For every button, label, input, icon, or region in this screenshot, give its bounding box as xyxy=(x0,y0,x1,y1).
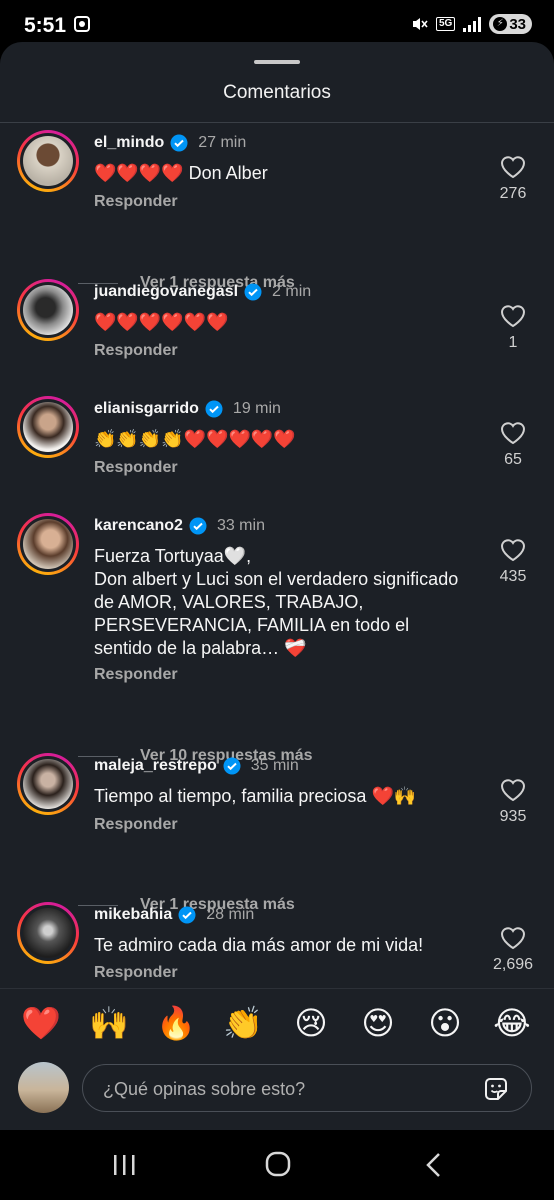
like-button[interactable]: 935 xyxy=(490,778,536,826)
comment-text: Fuerza Tortuyaa🤍, Don albert y Luci son … xyxy=(94,546,459,658)
quick-reactions-bar: ❤️ 🙌 🔥 👏 😢 😍 😮 😂 xyxy=(0,988,554,1059)
like-button[interactable]: 65 xyxy=(490,421,536,469)
comment-text: Te admiro cada dia más amor de mi vida! xyxy=(94,935,424,955)
reply-button[interactable]: Responder xyxy=(94,964,178,982)
like-count: 2,696 xyxy=(492,956,534,973)
verified-badge-icon xyxy=(189,517,207,535)
battery-level: 33 xyxy=(509,15,526,33)
battery-saver-icon: ⚡ xyxy=(493,17,508,31)
comments-sheet: Comentarios el_mindo 27 min ❤️❤️❤️❤️ Don… xyxy=(0,42,554,1130)
comment-username[interactable]: elianisgarrido xyxy=(94,400,199,418)
reply-button[interactable]: Responder xyxy=(94,342,178,360)
comment-time: 27 min xyxy=(198,134,247,151)
recent-apps-icon[interactable] xyxy=(104,1148,144,1182)
verified-badge-icon xyxy=(178,906,196,924)
comment-time: 19 min xyxy=(232,400,281,417)
reaction-crying[interactable]: 😢 xyxy=(289,1003,333,1043)
comment-username[interactable]: el_mindo xyxy=(94,134,164,152)
current-user-avatar xyxy=(18,1062,69,1113)
heart-outline-icon xyxy=(500,779,526,802)
like-count: 65 xyxy=(504,451,522,468)
like-count: 935 xyxy=(499,808,527,825)
comment-time: 2 min xyxy=(272,283,312,300)
mute-icon xyxy=(412,18,428,30)
drag-handle[interactable] xyxy=(254,60,300,64)
avatar[interactable] xyxy=(17,753,79,815)
comment-text: 👏👏👏👏❤️❤️❤️❤️❤️ xyxy=(94,429,296,449)
status-icons: 5G ⚡ 33 xyxy=(410,14,532,34)
verified-badge-icon xyxy=(205,400,223,418)
reply-button[interactable]: Responder xyxy=(94,459,178,477)
system-nav-bar xyxy=(0,1130,554,1200)
like-count: 276 xyxy=(499,185,527,202)
avatar[interactable] xyxy=(17,902,79,964)
comment-composer xyxy=(0,1058,554,1130)
like-count: 1 xyxy=(508,334,518,351)
like-button[interactable]: 435 xyxy=(490,538,536,586)
comment-text: ❤️❤️❤️❤️ Don Alber xyxy=(94,163,268,183)
reaction-heart[interactable]: ❤️ xyxy=(19,1003,63,1043)
reaction-raised-hands[interactable]: 🙌 xyxy=(87,1003,131,1043)
comment-username[interactable]: maleja_restrepo xyxy=(94,757,217,775)
like-button[interactable]: 276 xyxy=(490,155,536,203)
status-time: 5:51 xyxy=(24,14,67,37)
signal-icon xyxy=(463,16,482,32)
comment-username[interactable]: juandiegovanegasl xyxy=(94,283,238,301)
like-button[interactable]: 2,696 xyxy=(490,926,536,974)
comment-time: 33 min xyxy=(216,517,265,534)
reply-button[interactable]: Responder xyxy=(94,666,178,684)
like-count: 435 xyxy=(499,568,527,585)
avatar[interactable] xyxy=(17,130,79,192)
heart-outline-icon xyxy=(500,927,526,950)
sticker-icon[interactable] xyxy=(483,1076,509,1102)
avatar[interactable] xyxy=(17,279,79,341)
verified-badge-icon xyxy=(223,757,241,775)
verified-badge-icon xyxy=(244,283,262,301)
reaction-surprised[interactable]: 😮 xyxy=(423,1003,467,1043)
sheet-title: Comentarios xyxy=(223,82,331,103)
reaction-heart-eyes[interactable]: 😍 xyxy=(356,1003,400,1043)
comment-text: ❤️❤️❤️❤️❤️❤️ xyxy=(94,312,229,332)
comment-input[interactable] xyxy=(101,1065,465,1113)
comment-input-container[interactable] xyxy=(82,1064,532,1113)
battery-indicator: ⚡ 33 xyxy=(489,14,532,34)
like-button[interactable]: 1 xyxy=(490,304,536,352)
heart-outline-icon xyxy=(500,422,526,445)
heart-outline-icon xyxy=(500,156,526,179)
screen-record-icon xyxy=(74,16,90,32)
comment-time: 28 min xyxy=(206,906,255,923)
comment-username[interactable]: karencano2 xyxy=(94,517,183,535)
heart-outline-icon xyxy=(500,305,526,328)
reply-button[interactable]: Responder xyxy=(94,193,178,211)
avatar[interactable] xyxy=(17,396,79,458)
reaction-fire[interactable]: 🔥 xyxy=(154,1003,198,1043)
comment-username[interactable]: mikebahia xyxy=(94,906,172,924)
back-icon[interactable] xyxy=(414,1148,454,1182)
divider xyxy=(0,122,554,123)
avatar[interactable] xyxy=(17,513,79,575)
comment-text: Tiempo al tiempo, familia preciosa ❤️🙌 xyxy=(94,786,417,806)
reaction-laughing[interactable]: 😂 xyxy=(490,1003,534,1043)
reaction-clap[interactable]: 👏 xyxy=(221,1003,265,1043)
heart-outline-icon xyxy=(500,539,526,562)
verified-badge-icon xyxy=(170,134,188,152)
network-type: 5G xyxy=(435,17,456,31)
home-icon[interactable] xyxy=(258,1148,298,1182)
reply-button[interactable]: Responder xyxy=(94,816,178,834)
comment-time: 35 min xyxy=(250,757,299,774)
